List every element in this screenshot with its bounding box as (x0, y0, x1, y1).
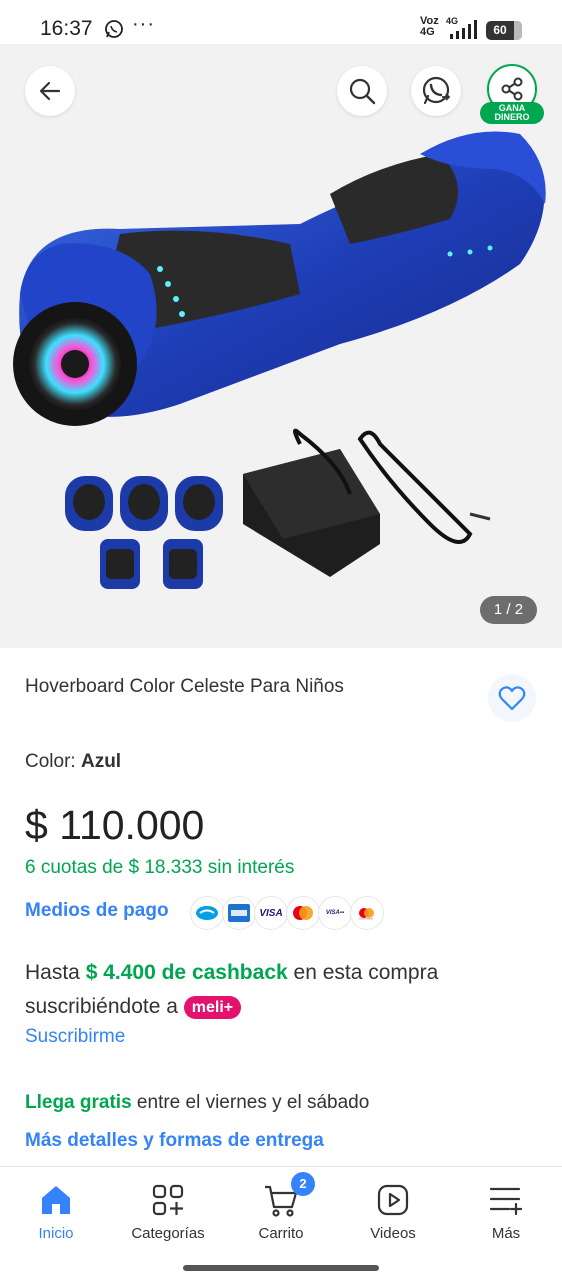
subscribe-link[interactable]: Suscribirme (25, 1026, 125, 1048)
battery-icon: 60 (486, 21, 522, 40)
video-icon (373, 1182, 413, 1218)
favorite-button[interactable] (488, 674, 536, 722)
product-title: Hoverboard Color Celeste Para Niños (25, 676, 344, 697)
product-price: $ 110.000 (25, 802, 205, 848)
shipping-dates: entre el viernes y el sábado (131, 1092, 370, 1113)
network-type-label: 4G (420, 26, 435, 38)
whatsapp-share-button[interactable] (411, 66, 461, 116)
whatsapp-notification-icon (105, 20, 123, 38)
status-time: 16:37 (40, 17, 93, 40)
color-value: Azul (80, 751, 122, 772)
arrow-left-icon (39, 81, 61, 101)
cashback-prefix: Hasta (25, 961, 86, 984)
earn-money-badge[interactable]: GANA DINERO (480, 102, 544, 124)
earn-badge-line2: DINERO (494, 112, 530, 122)
nav-item-carrito[interactable]: 2 Carrito (225, 1167, 337, 1247)
whatsapp-icon (422, 76, 451, 105)
payment-methods-row[interactable]: Medios de pago VISA VISA▪▪ (25, 896, 545, 932)
more-delivery-details-link[interactable]: Más detalles y formas de entrega (25, 1130, 324, 1152)
maestro-icon (350, 896, 384, 930)
cart-count-badge: 2 (291, 1172, 315, 1196)
bottom-navigation: Inicio Categorías 2 Carrito Videos Más (0, 1166, 562, 1280)
nav-label-videos: Videos (370, 1225, 416, 1242)
visa-icon: VISA (254, 896, 288, 930)
shipping-text: Llega gratis entre el viernes y el sábad… (25, 1092, 369, 1114)
color-variant[interactable]: Color: Azul (25, 751, 121, 773)
signal-icon (450, 20, 477, 39)
more-notifications-icon: ··· (132, 13, 155, 35)
share-icon (501, 77, 523, 101)
nav-item-videos[interactable]: Videos (337, 1167, 449, 1247)
image-page-indicator: 1 / 2 (480, 596, 537, 624)
cashback-text: Hasta $ 4.400 de cashback en esta compra… (25, 956, 545, 1024)
product-image (0, 44, 562, 648)
system-home-indicator[interactable] (183, 1265, 379, 1271)
network-label: Voz 4G (420, 16, 439, 38)
free-shipping-label: Llega gratis (25, 1092, 132, 1113)
menu-icon (486, 1182, 526, 1218)
categories-icon (148, 1182, 188, 1218)
battery-level: 60 (493, 23, 507, 37)
nav-label-carrito: Carrito (258, 1225, 304, 1242)
nav-item-inicio[interactable]: Inicio (0, 1167, 112, 1247)
search-button[interactable] (337, 66, 387, 116)
visa-debit-icon: VISA▪▪ (318, 896, 352, 930)
heart-icon (498, 686, 526, 711)
search-icon (349, 78, 376, 105)
back-button[interactable] (25, 66, 75, 116)
mercadopago-icon (190, 896, 224, 930)
mastercard-icon (286, 896, 320, 930)
product-gallery[interactable]: GANA DINERO 1 / 2 (0, 44, 562, 648)
nav-item-categorias[interactable]: Categorías (112, 1167, 224, 1247)
nav-label-categorias: Categorías (131, 1225, 205, 1242)
home-icon (36, 1182, 76, 1218)
nav-label-inicio: Inicio (38, 1225, 74, 1242)
meli-plus-badge: meli+ (183, 995, 242, 1019)
status-bar: 16:37 ··· Voz 4G 4G 60 (0, 0, 562, 44)
nav-label-mas: Más (491, 1225, 521, 1242)
payment-methods-link[interactable]: Medios de pago (25, 900, 169, 922)
color-label: Color: (25, 751, 81, 772)
nav-item-mas[interactable]: Más (450, 1167, 562, 1247)
cashback-amount: $ 4.400 de cashback (85, 961, 288, 984)
installments-text: 6 cuotas de $ 18.333 sin interés (25, 857, 295, 878)
amex-icon (222, 896, 256, 930)
